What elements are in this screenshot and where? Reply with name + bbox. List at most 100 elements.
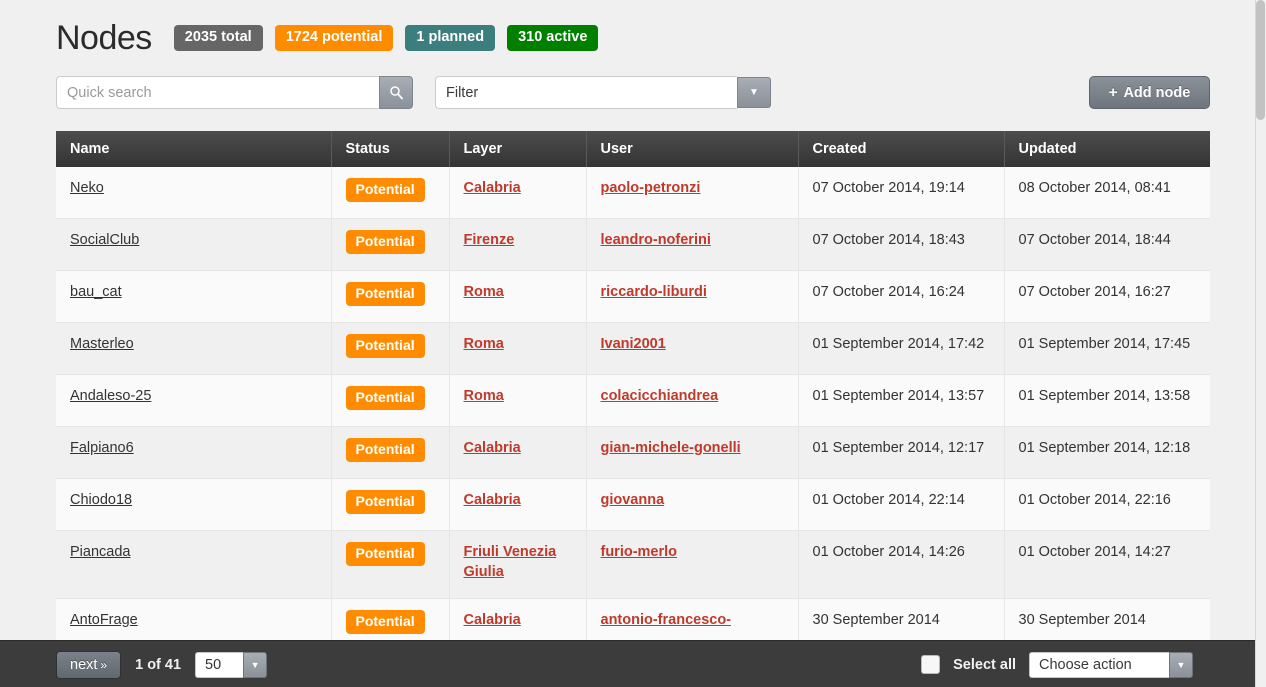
table-row: Andaleso-25 Potential Roma colacicchiandrea… — [56, 374, 1210, 427]
status-badge: Potential — [345, 438, 425, 462]
table-row: Neko Potential Calabria paolo-petronzi 07 Oc… — [56, 167, 1210, 219]
cell-user: giovanna — [586, 478, 799, 531]
chevron-down-icon[interactable]: ▼ — [1169, 651, 1193, 678]
cell-user: colacicchiandrea — [586, 374, 799, 427]
cell-user: riccardo-liburdi — [586, 270, 799, 323]
node-name-link[interactable]: AntoFrage — [70, 612, 138, 628]
badge-total: 2035 total — [173, 25, 263, 51]
cell-created: 01 September 2014, 17:42 — [798, 322, 1005, 375]
node-name-link[interactable]: SocialClub — [70, 232, 139, 248]
node-name-link[interactable]: bau_cat — [70, 284, 122, 300]
user-link[interactable]: Ivani2001 — [601, 336, 666, 352]
search-input[interactable] — [56, 76, 379, 109]
cell-created: 07 October 2014, 16:24 — [798, 270, 1005, 323]
cell-created: 01 October 2014, 22:14 — [798, 478, 1005, 531]
cell-updated: 01 September 2014, 17:45 — [1004, 322, 1210, 375]
cell-status: Potential — [331, 530, 450, 599]
user-link[interactable]: riccardo-liburdi — [601, 284, 707, 300]
cell-layer: Roma — [449, 374, 587, 427]
cell-user: Ivani2001 — [586, 322, 799, 375]
double-chevron-right-icon: » — [100, 657, 108, 672]
node-name-link[interactable]: Neko — [70, 180, 104, 196]
layer-link[interactable]: Friuli Venezia Giulia — [464, 544, 557, 580]
cell-status: Potential — [331, 167, 450, 219]
node-name-link[interactable]: Piancada — [70, 544, 130, 560]
cell-status: Potential — [331, 478, 450, 531]
filter-input[interactable] — [435, 76, 737, 109]
table-row: Chiodo18 Potential Calabria giovanna 01 Octo… — [56, 478, 1210, 531]
scrollbar-thumb[interactable] — [1256, 0, 1265, 120]
choose-action-select[interactable]: Choose action ▼ — [1029, 651, 1193, 678]
cell-updated: 01 October 2014, 22:16 — [1004, 478, 1210, 531]
cell-updated: 01 September 2014, 13:58 — [1004, 374, 1210, 427]
layer-link[interactable]: Calabria — [464, 612, 521, 628]
page-header: Nodes 2035 total 1724 potential 1 planne… — [56, 18, 610, 58]
vertical-scrollbar[interactable] — [1255, 0, 1266, 687]
cell-name: Falpiano6 — [56, 426, 332, 479]
layer-link[interactable]: Roma — [464, 336, 504, 352]
user-link[interactable]: giovanna — [601, 492, 665, 508]
user-link[interactable]: paolo-petronzi — [601, 180, 701, 196]
column-header-user[interactable]: User — [586, 131, 799, 167]
add-node-button[interactable]: + Add node — [1089, 76, 1210, 109]
chevron-down-icon[interactable]: ▼ — [243, 651, 268, 678]
node-name-link[interactable]: Masterleo — [70, 336, 134, 352]
cell-layer: Roma — [449, 270, 587, 323]
node-name-link[interactable]: Andaleso-25 — [70, 388, 151, 404]
nodes-table-container: Name Status Layer User Created Updated N… — [56, 131, 1210, 651]
column-header-status[interactable]: Status — [331, 131, 450, 167]
cell-updated: 08 October 2014, 08:41 — [1004, 167, 1210, 219]
quick-search-group — [56, 76, 413, 109]
bulk-action-group: Select all Choose action ▼ — [921, 641, 1193, 687]
plus-icon: + — [1108, 84, 1118, 101]
cell-name: Chiodo18 — [56, 478, 332, 531]
cell-status: Potential — [331, 426, 450, 479]
next-page-label: next — [70, 656, 98, 673]
cell-user: leandro-noferini — [586, 218, 799, 271]
choose-action-value: Choose action — [1029, 651, 1169, 678]
per-page-select[interactable]: 50 ▼ — [195, 651, 268, 678]
user-link[interactable]: leandro-noferini — [601, 232, 711, 248]
cell-user: paolo-petronzi — [586, 167, 799, 219]
cell-updated: 07 October 2014, 18:44 — [1004, 218, 1210, 271]
column-header-layer[interactable]: Layer — [449, 131, 587, 167]
cell-updated: 01 October 2014, 14:27 — [1004, 530, 1210, 599]
select-all-checkbox[interactable] — [921, 655, 941, 674]
layer-link[interactable]: Calabria — [464, 492, 521, 508]
cell-created: 07 October 2014, 18:43 — [798, 218, 1005, 271]
cell-user: furio-merlo — [586, 530, 799, 599]
status-badge: Potential — [345, 542, 425, 566]
layer-link[interactable]: Roma — [464, 284, 504, 300]
table-row: SocialClub Potential Firenze leandro-noferi… — [56, 218, 1210, 271]
user-link[interactable]: colacicchiandrea — [601, 388, 719, 404]
node-name-link[interactable]: Falpiano6 — [70, 440, 134, 456]
status-badge: Potential — [345, 230, 425, 254]
cell-name: bau_cat — [56, 270, 332, 323]
cell-created: 07 October 2014, 19:14 — [798, 167, 1005, 219]
user-link[interactable]: gian-michele-gonelli — [601, 440, 741, 456]
per-page-value: 50 — [195, 651, 244, 678]
filter-group: ▼ — [435, 76, 771, 109]
status-badge: Potential — [345, 178, 425, 202]
toolbar: ▼ + Add node — [56, 76, 1210, 110]
cell-layer: Calabria — [449, 167, 587, 219]
cell-name: SocialClub — [56, 218, 332, 271]
search-button[interactable] — [379, 76, 413, 109]
layer-link[interactable]: Firenze — [464, 232, 515, 248]
column-header-created[interactable]: Created — [798, 131, 1005, 167]
node-name-link[interactable]: Chiodo18 — [70, 492, 132, 508]
layer-link[interactable]: Calabria — [464, 440, 521, 456]
next-page-button[interactable]: next » — [56, 650, 122, 679]
badge-planned: 1 planned — [405, 25, 496, 51]
status-badge: Potential — [345, 386, 425, 410]
layer-link[interactable]: Calabria — [464, 180, 521, 196]
column-header-name[interactable]: Name — [56, 131, 332, 167]
chevron-down-icon[interactable]: ▼ — [737, 77, 771, 108]
user-link[interactable]: antonio-francesco- — [601, 612, 732, 628]
column-header-updated[interactable]: Updated — [1004, 131, 1210, 167]
layer-link[interactable]: Roma — [464, 388, 504, 404]
cell-layer: Friuli Venezia Giulia — [449, 530, 587, 599]
user-link[interactable]: furio-merlo — [601, 544, 678, 560]
cell-name: Neko — [56, 167, 332, 219]
status-badge: Potential — [345, 334, 425, 358]
